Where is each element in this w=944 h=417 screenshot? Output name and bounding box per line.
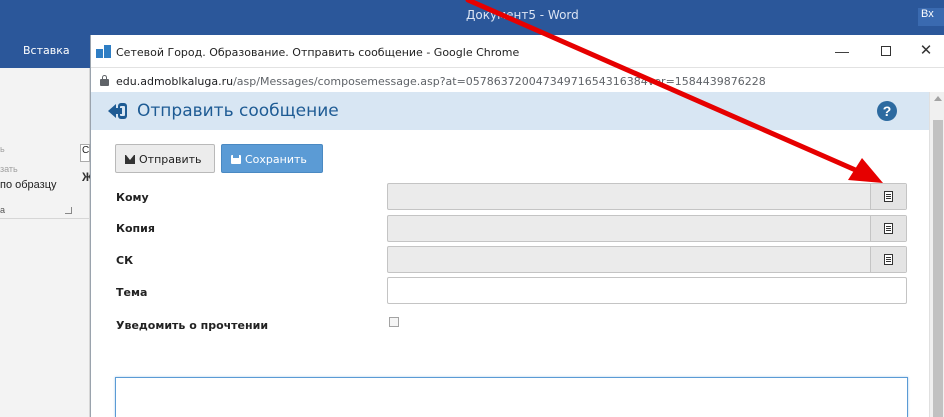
ribbon-divider — [0, 218, 90, 219]
font-name-box[interactable]: С — [80, 144, 90, 162]
format-painter-button[interactable]: по образцу — [0, 179, 57, 191]
page-header: Отправить сообщение ? — [91, 92, 929, 130]
page-title: Отправить сообщение — [137, 101, 339, 121]
save-disk-icon — [231, 155, 241, 164]
ribbon-copy-label[interactable]: зать — [0, 164, 18, 174]
send-button[interactable]: Отправить — [115, 144, 215, 173]
scrollbar[interactable] — [929, 92, 944, 417]
bcc-label: СК — [116, 254, 134, 267]
bcc-address-book-button[interactable] — [870, 247, 906, 272]
to-label: Кому — [116, 191, 149, 204]
to-field[interactable] — [387, 183, 907, 210]
tab-insert[interactable]: Вставка — [23, 44, 70, 57]
envelope-icon — [125, 155, 135, 164]
url-text[interactable]: edu.admoblkaluga.ru/asp/Messages/compose… — [116, 75, 766, 88]
scroll-thumb[interactable] — [933, 120, 943, 417]
subject-label: Тема — [116, 286, 148, 299]
chrome-titlebar: Сетевой Город. Образование. Отправить со… — [91, 35, 944, 68]
to-address-book-button[interactable] — [870, 184, 906, 209]
address-book-icon — [884, 254, 893, 265]
word-titlebar: Документ5 - Word Вх — [0, 0, 944, 32]
bcc-field[interactable] — [387, 246, 907, 273]
url-path: /asp/Messages/composemessage.asp?at=0578… — [233, 75, 766, 88]
lock-icon[interactable] — [100, 75, 109, 86]
screen: Документ5 - Word Вх Вставка ь зать по об… — [0, 0, 944, 417]
address-book-icon — [884, 223, 893, 234]
send-button-label: Отправить — [139, 153, 202, 166]
word-ribbon: ь зать по образцу а С Ж — [0, 68, 93, 417]
dialog-launcher-icon[interactable] — [65, 207, 72, 214]
help-icon[interactable]: ? — [877, 101, 897, 121]
subject-input[interactable] — [387, 277, 907, 304]
minimize-button[interactable]: — — [827, 40, 857, 62]
save-button[interactable]: Сохранить — [221, 144, 323, 173]
scroll-up-icon[interactable] — [934, 96, 942, 101]
read-receipt-label: Уведомить о прочтении — [116, 319, 269, 332]
site-favicon-icon — [96, 45, 111, 58]
word-window-title: Документ5 - Word — [466, 8, 579, 22]
read-receipt-checkbox[interactable] — [389, 317, 399, 327]
clipboard-group-label: а — [0, 205, 6, 215]
cc-field[interactable] — [387, 215, 907, 242]
save-button-label: Сохранить — [245, 153, 307, 166]
back-arrow-icon[interactable] — [107, 101, 129, 121]
message-body-editor[interactable] — [115, 377, 908, 417]
url-host: edu.admoblkaluga.ru — [116, 75, 234, 88]
page-content: Отправить сообщение ? Отправить Сохранит… — [91, 92, 944, 417]
cc-address-book-button[interactable] — [870, 216, 906, 241]
word-signin-button[interactable]: Вх — [918, 8, 944, 26]
maximize-icon — [881, 46, 891, 56]
ribbon-cut-label[interactable]: ь — [0, 144, 5, 154]
maximize-button[interactable] — [871, 40, 901, 62]
chrome-window-title: Сетевой Город. Образование. Отправить со… — [116, 46, 520, 59]
close-button[interactable]: ✕ — [911, 40, 941, 62]
address-bar[interactable]: edu.admoblkaluga.ru/asp/Messages/compose… — [91, 68, 944, 92]
address-book-icon — [884, 191, 893, 202]
chrome-window: Сетевой Город. Образование. Отправить со… — [90, 35, 944, 417]
cc-label: Копия — [116, 222, 155, 235]
